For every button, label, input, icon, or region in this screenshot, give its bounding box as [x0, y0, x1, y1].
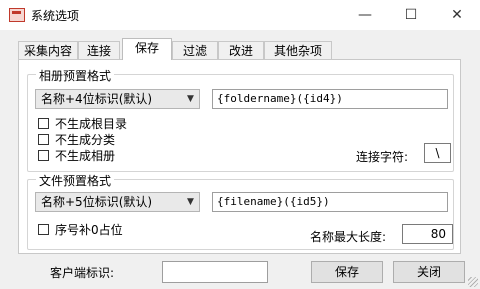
max-length-label: 名称最大长度:	[310, 230, 387, 244]
file-format-input[interactable]: {filename}({id5})	[212, 192, 448, 212]
max-length-input[interactable]: 80	[402, 224, 453, 244]
checkbox-box	[38, 149, 49, 161]
file-format-group-title: 文件预置格式	[36, 172, 115, 189]
maximize-button[interactable]: ☐	[388, 0, 434, 30]
album-format-group: 相册预置格式 名称+4位标识(默认) ▼ {foldername}({id4})…	[27, 67, 454, 172]
no-album-checkbox[interactable]: 不生成相册	[38, 148, 116, 163]
close-window-button[interactable]: ✕	[434, 0, 480, 30]
tab-improve[interactable]: 改进	[218, 41, 264, 59]
no-root-dir-label: 不生成根目录	[55, 116, 128, 131]
resize-grip-icon[interactable]	[468, 277, 478, 287]
chevron-down-icon: ▼	[187, 197, 194, 207]
file-format-select[interactable]: 名称+5位标识(默认) ▼	[35, 192, 200, 212]
zero-pad-checkbox[interactable]: 序号补0占位	[38, 222, 123, 237]
settings-window: 系统选项 — ☐ ✕ 采集内容 连接 保存 过滤 改进 其他杂项 相册预置格式 …	[0, 0, 480, 289]
checkbox-box	[38, 223, 49, 235]
chevron-down-icon: ▼	[187, 94, 194, 104]
separator-label: 连接字符:	[356, 150, 409, 164]
minimize-button[interactable]: —	[342, 0, 388, 30]
file-format-group: 文件预置格式 名称+5位标识(默认) ▼ {filename}({id5}) 序…	[27, 172, 454, 250]
tab-capture-content[interactable]: 采集内容	[18, 41, 78, 59]
separator-input[interactable]: \	[424, 143, 451, 163]
window-title: 系统选项	[31, 9, 80, 23]
tab-connection[interactable]: 连接	[78, 41, 120, 59]
save-button[interactable]: 保存	[311, 261, 383, 283]
zero-pad-label: 序号补0占位	[55, 222, 123, 237]
no-album-label: 不生成相册	[55, 148, 116, 163]
album-format-input[interactable]: {foldername}({id4})	[212, 89, 448, 109]
close-button[interactable]: 关闭	[393, 261, 465, 283]
tab-misc[interactable]: 其他杂项	[264, 41, 332, 59]
file-format-select-value: 名称+5位标识(默认)	[41, 195, 153, 209]
client-id-input[interactable]	[162, 261, 268, 283]
checkbox-box	[38, 117, 49, 129]
no-category-checkbox[interactable]: 不生成分类	[38, 132, 116, 147]
tab-filter[interactable]: 过滤	[172, 41, 218, 59]
app-icon	[9, 8, 25, 22]
tab-strip: 采集内容 连接 保存 过滤 改进 其他杂项	[18, 38, 458, 60]
tab-save[interactable]: 保存	[122, 38, 172, 60]
album-format-select-value: 名称+4位标识(默认)	[41, 92, 153, 106]
title-bar[interactable]: 系统选项 — ☐ ✕	[0, 0, 480, 30]
save-tab-panel: 相册预置格式 名称+4位标识(默认) ▼ {foldername}({id4})…	[18, 59, 461, 254]
no-category-label: 不生成分类	[55, 132, 116, 147]
checkbox-box	[38, 133, 49, 145]
no-root-dir-checkbox[interactable]: 不生成根目录	[38, 116, 128, 131]
album-format-group-title: 相册预置格式	[36, 67, 115, 84]
client-id-label: 客户端标识:	[50, 266, 115, 280]
album-format-select[interactable]: 名称+4位标识(默认) ▼	[35, 89, 200, 109]
